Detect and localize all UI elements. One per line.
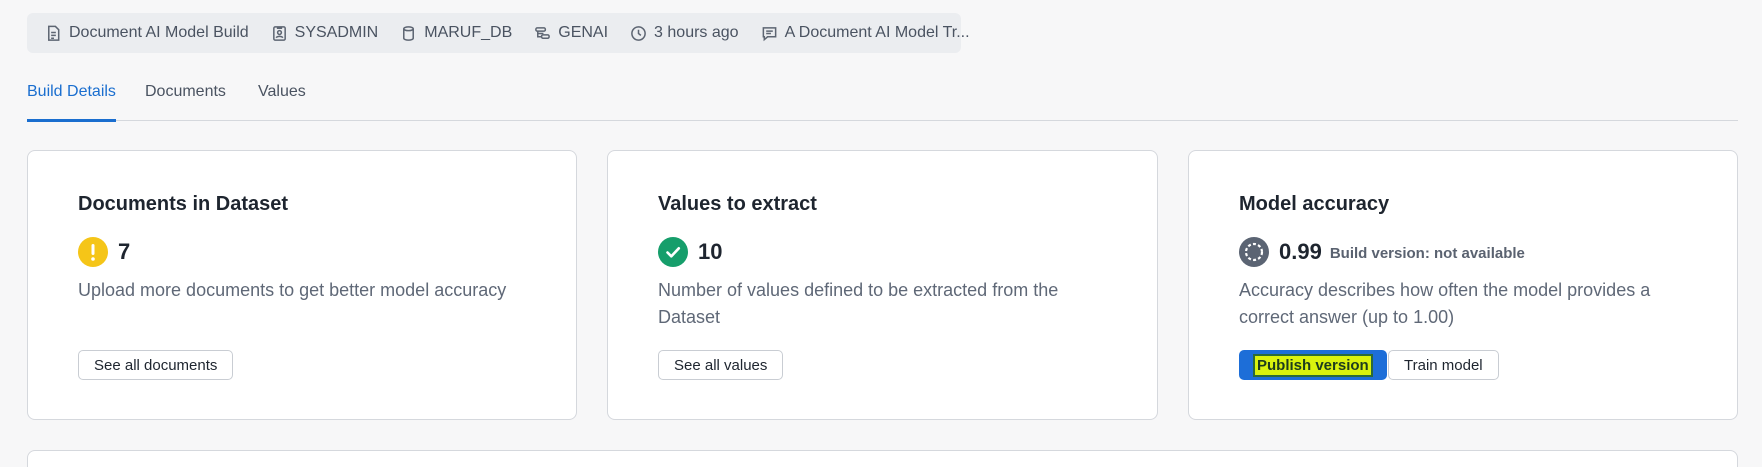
documents-card-title: Documents in Dataset <box>78 193 289 215</box>
accuracy-value-row: 0.99 Build version: not available <box>1239 237 1525 267</box>
documents-count-value: 7 <box>118 239 131 264</box>
tab-build-details[interactable]: Build Details <box>27 83 116 101</box>
documents-description: Upload more documents to get better mode… <box>78 280 507 300</box>
accuracy-description: Accuracy describes how often the model p… <box>1239 280 1651 327</box>
see-all-values-button[interactable]: See all values <box>658 350 784 380</box>
warning-icon <box>78 237 108 267</box>
values-count-value: 10 <box>698 239 723 264</box>
meta-build-name: Document AI Model Build <box>45 24 249 42</box>
tab-documents[interactable]: Documents <box>145 83 226 101</box>
meta-schema: GENAI <box>534 24 608 42</box>
model-accuracy-card: Model accuracy 0.99 Build version: not a… <box>1188 150 1738 420</box>
accuracy-value: 0.99 <box>1279 239 1322 264</box>
lower-panel <box>27 450 1738 467</box>
active-tab-indicator <box>27 119 116 122</box>
values-count: 10 <box>658 237 722 267</box>
check-circle-icon <box>658 237 688 267</box>
database-icon <box>403 25 415 41</box>
meta-role: SYSADMIN <box>271 24 378 42</box>
publish-version-button[interactable]: Publish version <box>1239 350 1387 380</box>
meta-comment: A Document AI Model Tr... <box>761 24 970 42</box>
comment-icon <box>762 26 776 41</box>
document-icon <box>48 25 60 41</box>
documents-count: 7 <box>78 237 130 267</box>
meta-database: MARUF_DB <box>400 24 512 42</box>
user-badge-icon <box>272 25 286 41</box>
train-model-button[interactable]: Train model <box>1388 350 1499 380</box>
schema-icon <box>535 26 551 39</box>
documents-card: Documents in Dataset 7 Upload more docum… <box>27 150 577 420</box>
meta-timestamp: 3 hours ago <box>630 24 739 42</box>
build-metadata-bar: Document AI Model Build SYSADMIN MARUF_D… <box>27 13 970 53</box>
values-card-title: Values to extract <box>658 193 817 215</box>
tab-bar: Build Details Documents Values <box>27 72 1738 122</box>
tab-values[interactable]: Values <box>258 83 306 101</box>
clock-icon <box>631 25 646 41</box>
progress-ring-icon <box>1239 237 1269 267</box>
see-all-documents-button[interactable]: See all documents <box>78 350 234 380</box>
values-card: Values to extract 10 Number of values de… <box>607 150 1158 420</box>
publish-version-label: Publish version <box>1255 355 1371 375</box>
build-version-label: Build version: not available <box>1329 245 1525 262</box>
accuracy-card-title: Model accuracy <box>1239 193 1390 215</box>
values-description: Number of values defined to be extracted… <box>658 280 1059 327</box>
